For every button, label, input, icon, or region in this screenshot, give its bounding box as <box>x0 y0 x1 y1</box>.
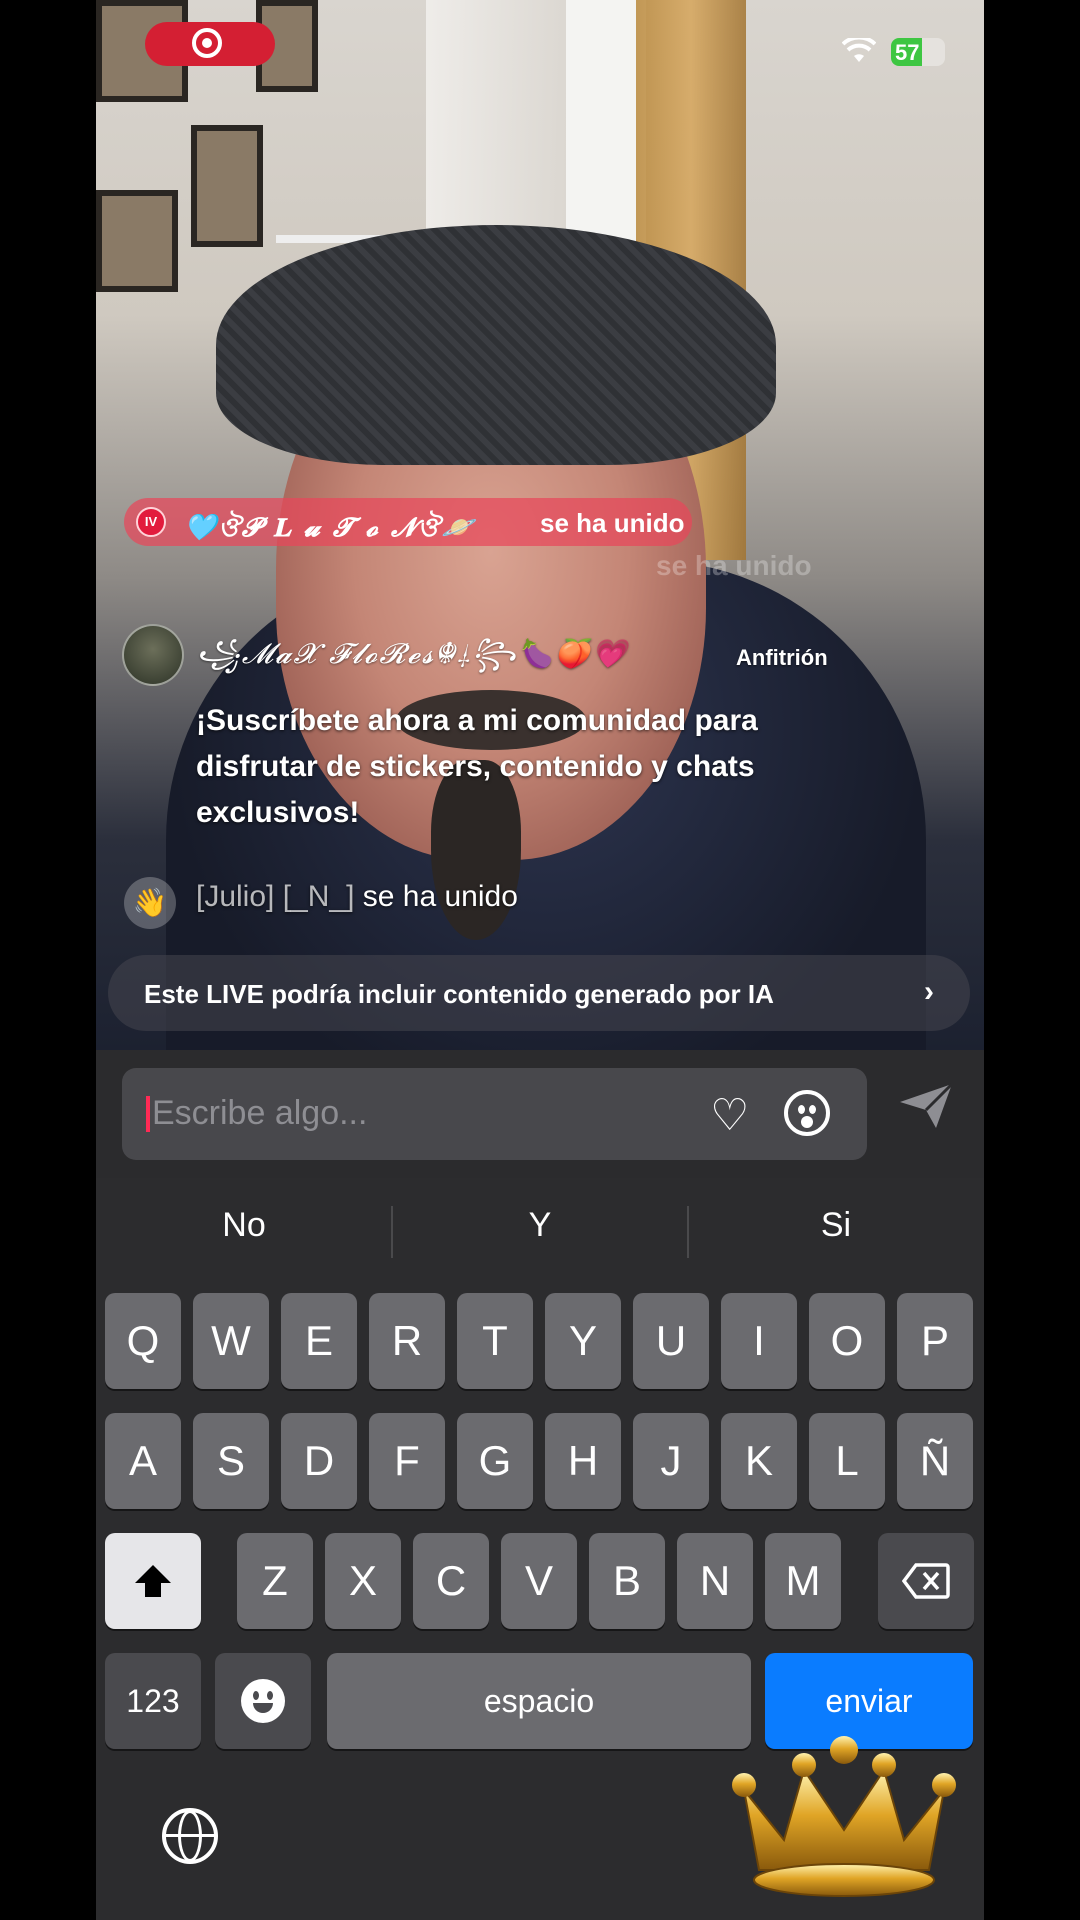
send-icon[interactable] <box>898 1082 954 1143</box>
suggestion-1[interactable]: No <box>96 1206 392 1245</box>
key-m[interactable]: M <box>765 1533 841 1629</box>
join-banner: IV 🩵ঔ𝓟 𝐋 𝓾 𝓣 𝓸 𝓝ঔ🪐 se ha unido <box>124 498 692 546</box>
window <box>566 0 646 260</box>
live-stream-screen: 57 IV 🩵ঔ𝓟 𝐋 𝓾 𝓣 𝓸 𝓝ঔ🪐 se ha unido se ha … <box>96 0 984 1920</box>
host-avatar[interactable] <box>122 624 184 686</box>
joined-username[interactable]: [Julio] [_N_] <box>196 880 354 913</box>
wave-icon[interactable]: 👋 <box>124 877 176 929</box>
backspace-icon <box>901 1563 950 1599</box>
battery-icon: 57 <box>891 38 945 66</box>
space-key[interactable]: espacio <box>327 1653 751 1749</box>
key-x[interactable]: X <box>325 1533 401 1629</box>
key-c[interactable]: C <box>413 1533 489 1629</box>
ai-content-notice[interactable]: Este LIVE podría incluir contenido gener… <box>108 955 970 1031</box>
key-w[interactable]: W <box>193 1293 269 1389</box>
key-t[interactable]: T <box>457 1293 533 1389</box>
chevron-right-icon: › <box>924 975 934 1008</box>
suggestion-3[interactable]: Si <box>688 1206 984 1245</box>
text-caret <box>146 1096 150 1132</box>
shift-icon <box>135 1565 171 1597</box>
delete-key[interactable] <box>878 1533 974 1629</box>
key-v[interactable]: V <box>501 1533 577 1629</box>
joined-comment: [Julio] [_N_] se ha unido <box>196 880 518 914</box>
key-z[interactable]: Z <box>237 1533 313 1629</box>
crown-sticker <box>732 1736 956 1897</box>
host-badge: Anfitrión <box>736 645 828 670</box>
emoji-icon[interactable] <box>784 1090 830 1136</box>
emoji-key[interactable] <box>215 1653 311 1749</box>
battery-percent: 57 <box>895 40 920 65</box>
globe-icon[interactable] <box>162 1808 218 1864</box>
key-k[interactable]: K <box>721 1413 797 1509</box>
key-g[interactable]: G <box>457 1413 533 1509</box>
key-d[interactable]: D <box>281 1413 357 1509</box>
ai-notice-text: Este LIVE podría incluir contenido gener… <box>144 979 774 1009</box>
fading-join-message: se ha unido <box>656 550 812 581</box>
key-f[interactable]: F <box>369 1413 445 1509</box>
shift-key[interactable] <box>105 1533 201 1629</box>
suggestion-2[interactable]: Y <box>392 1206 688 1245</box>
comment-bar: Escribe algo... ♡ <box>96 1050 984 1178</box>
join-username[interactable]: 🩵ঔ𝓟 𝐋 𝓾 𝓣 𝓸 𝓝ঔ🪐 <box>184 507 476 551</box>
wall-photo <box>96 190 178 292</box>
key-b[interactable]: B <box>589 1533 665 1629</box>
key-j[interactable]: J <box>633 1413 709 1509</box>
wall-photo <box>191 125 263 247</box>
key-l[interactable]: L <box>809 1413 885 1509</box>
key-q[interactable]: Q <box>105 1293 181 1389</box>
person-cap <box>216 225 776 465</box>
key-o[interactable]: O <box>809 1293 885 1389</box>
key-enye[interactable]: Ñ <box>897 1413 973 1509</box>
host-message: ¡Suscríbete ahora a mi comunidad para di… <box>196 704 758 829</box>
record-icon <box>192 28 222 58</box>
wifi-icon <box>841 35 877 72</box>
joined-message: se ha unido <box>362 880 518 913</box>
key-r[interactable]: R <box>369 1293 445 1389</box>
key-y[interactable]: Y <box>545 1293 621 1389</box>
numbers-key[interactable]: 123 <box>105 1653 201 1749</box>
key-a[interactable]: A <box>105 1413 181 1509</box>
emoji-keyboard-icon <box>241 1679 285 1723</box>
key-p[interactable]: P <box>897 1293 973 1389</box>
key-h[interactable]: H <box>545 1413 621 1509</box>
key-e[interactable]: E <box>281 1293 357 1389</box>
comment-placeholder: Escribe algo... <box>152 1094 368 1132</box>
key-i[interactable]: I <box>721 1293 797 1389</box>
comment-input[interactable]: Escribe algo... ♡ <box>122 1068 867 1160</box>
heart-icon[interactable]: ♡ <box>710 1090 749 1141</box>
key-u[interactable]: U <box>633 1293 709 1389</box>
key-s[interactable]: S <box>193 1413 269 1509</box>
screen-recording-indicator[interactable] <box>145 22 275 66</box>
level-badge: IV <box>136 507 166 537</box>
join-message: se ha unido <box>540 508 685 538</box>
key-n[interactable]: N <box>677 1533 753 1629</box>
host-username[interactable]: ꧁𝓜𝓪𝓧 𝓕𝓵𝓸𝓡𝓮𝓼☬⸸꧂🍆🍑💗 <box>196 632 628 689</box>
